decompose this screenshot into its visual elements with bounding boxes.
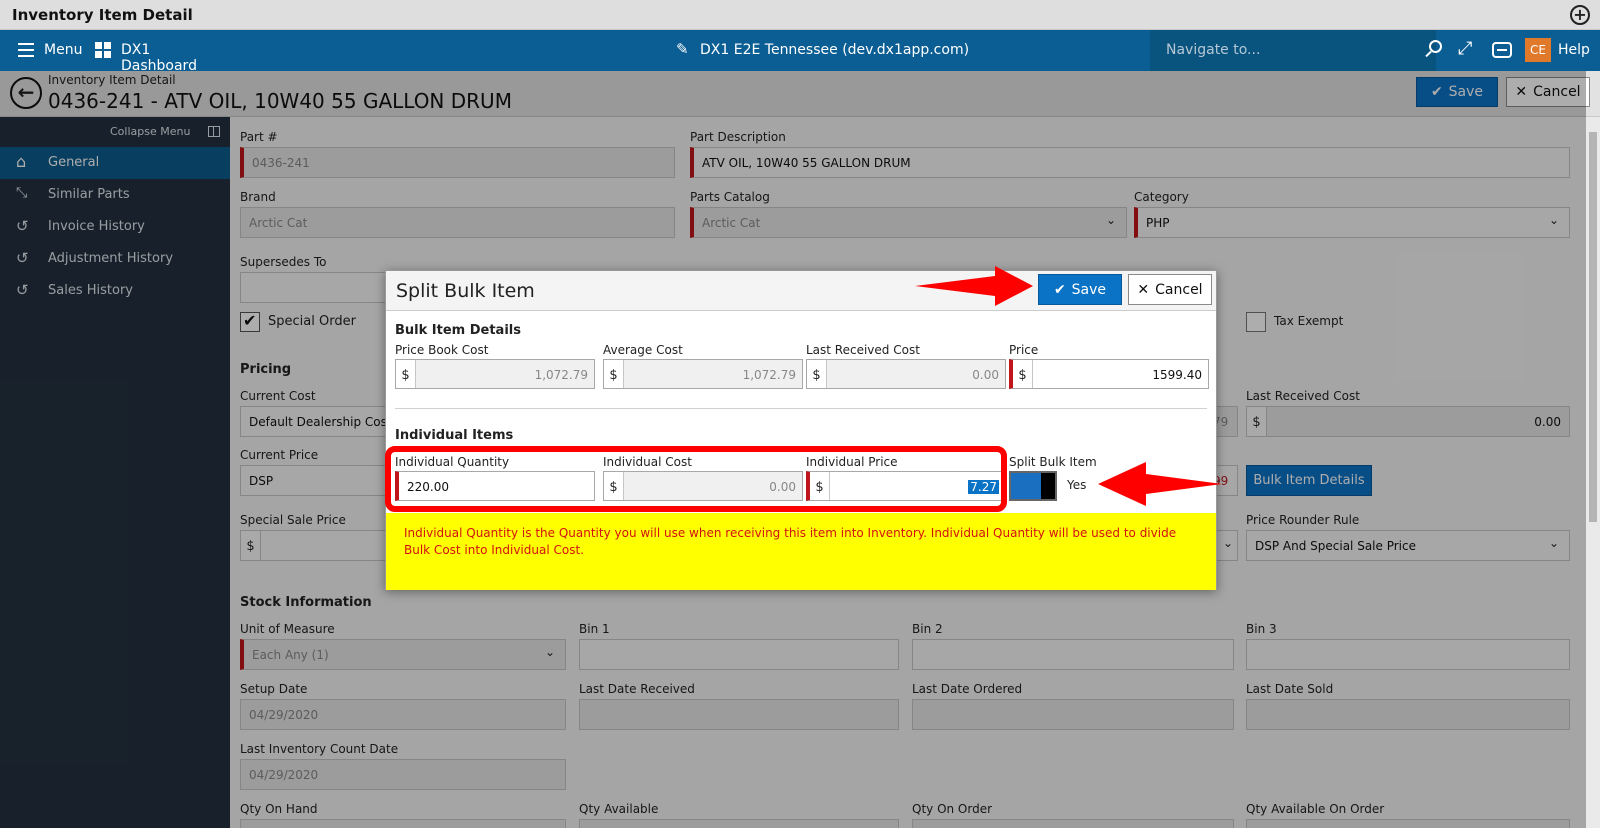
price-book-cost-value: 1,072.79: [534, 368, 588, 382]
toggle-knob: [1041, 473, 1055, 499]
split-bulk-item-label: Split Bulk Item: [1009, 455, 1097, 469]
navigate-search-input[interactable]: Navigate to...: [1150, 30, 1436, 71]
site-selector[interactable]: ✎ DX1 E2E Tennessee (dev.dx1app.com): [676, 40, 969, 61]
close-icon: ✕: [1137, 281, 1150, 298]
annotation-arrow-save: [915, 266, 1033, 306]
dialog-save-label: Save: [1071, 281, 1107, 298]
site-label: DX1 E2E Tennessee (dev.dx1app.com): [700, 42, 970, 58]
window-titlebar: Inventory Item Detail +: [0, 0, 1600, 30]
annotation-arrow-toggle: [1098, 462, 1222, 506]
split-bulk-item-state: Yes: [1067, 478, 1087, 492]
help-link[interactable]: Help: [1558, 42, 1590, 58]
price-field[interactable]: $ 1599.40: [1009, 359, 1209, 389]
menu-label: Menu: [44, 42, 83, 58]
price-book-cost-label: Price Book Cost: [395, 343, 489, 357]
dialog-cancel-label: Cancel: [1155, 281, 1203, 298]
price-book-cost-field: $ 1,072.79: [395, 359, 595, 389]
currency-symbol: $: [1013, 360, 1033, 388]
scrollbar-thumb[interactable]: [1589, 132, 1597, 522]
hamburger-icon: [18, 43, 34, 57]
user-avatar[interactable]: CE: [1525, 38, 1551, 62]
last-received-cost-field: $ 0.00: [806, 359, 1006, 389]
currency-symbol: $: [807, 360, 827, 388]
average-cost-label: Average Cost: [603, 343, 683, 357]
dashboard-link[interactable]: DX1 Dashboard: [95, 41, 225, 74]
individual-items-header: Individual Items: [395, 428, 514, 443]
search-icon[interactable]: [1425, 40, 1443, 58]
dashboard-grid-icon: [95, 42, 111, 58]
split-bulk-item-dialog: Split Bulk Item ✔ Save ✕ Cancel Bulk Ite…: [385, 270, 1217, 590]
dialog-save-button[interactable]: ✔ Save: [1038, 274, 1122, 305]
menu-button[interactable]: Menu: [18, 41, 82, 61]
pencil-icon: ✎: [676, 40, 689, 58]
dialog-cancel-button[interactable]: ✕ Cancel: [1128, 274, 1212, 305]
navigate-search-placeholder: Navigate to...: [1166, 42, 1261, 58]
highlight-box: [385, 446, 1007, 512]
top-navigation-bar: Menu DX1 Dashboard ✎ DX1 E2E Tennessee (…: [0, 30, 1600, 74]
page-scrollbar[interactable]: [1586, 117, 1600, 828]
add-circle-icon[interactable]: +: [1570, 5, 1590, 25]
price-value: 1599.40: [1152, 368, 1202, 382]
bulk-item-details-header: Bulk Item Details: [395, 323, 521, 338]
last-received-cost-label: Last Received Cost: [806, 343, 920, 357]
chat-icon[interactable]: [1492, 42, 1512, 58]
last-received-cost-value: 0.00: [972, 368, 999, 382]
dialog-header: Split Bulk Item ✔ Save ✕ Cancel: [386, 271, 1216, 311]
price-label: Price: [1009, 343, 1039, 357]
dialog-title: Split Bulk Item: [396, 280, 535, 302]
average-cost-value: 1,072.79: [742, 368, 796, 382]
fullscreen-icon[interactable]: ⤢: [1458, 38, 1472, 59]
check-icon: ✔: [1053, 281, 1066, 298]
window-title: Inventory Item Detail: [12, 6, 193, 24]
average-cost-field: $ 1,072.79: [603, 359, 803, 389]
split-bulk-item-toggle[interactable]: [1009, 471, 1057, 501]
currency-symbol: $: [604, 360, 624, 388]
dashboard-label: DX1 Dashboard: [121, 42, 197, 74]
currency-symbol: $: [396, 360, 416, 388]
dialog-divider: [395, 408, 1207, 409]
individual-quantity-note: Individual Quantity is the Quantity you …: [386, 513, 1216, 590]
